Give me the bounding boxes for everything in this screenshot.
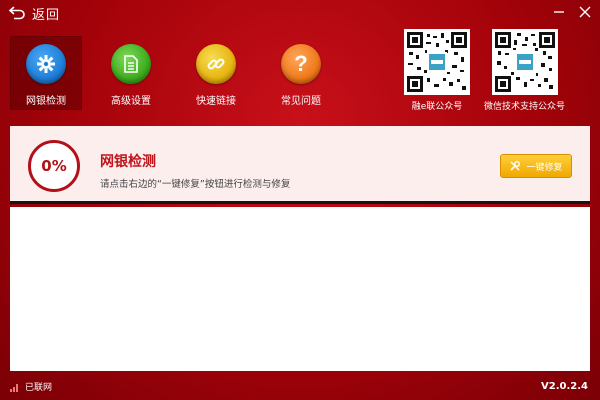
tool-label: 常见问题 [281,96,321,107]
minimize-button[interactable] [550,3,568,21]
title-bar: 返回 [0,0,600,26]
tool-label: 高级设置 [111,96,151,107]
qr-rongelian: 融e联公众号 [404,29,470,112]
tool-faq[interactable]: ? 常见问题 [265,36,337,110]
minimize-icon [554,11,564,13]
progress-circle: 0% [28,140,80,192]
qr-code-image [404,29,470,95]
result-area [10,207,590,371]
back-label: 返回 [32,7,61,23]
gear-icon [26,44,66,84]
qr-code-image [491,29,558,95]
panel-description: 请点击右边的“一键修复”按钮进行检测与修复 [100,179,291,190]
version-label: V2.0.2.4 [541,381,588,392]
connection-label: 已联网 [25,383,53,393]
link-icon [196,44,236,84]
tool-quick-links[interactable]: 快速链接 [180,36,252,110]
qr-wechat-support: 微信技术支持公众号 [484,29,565,112]
qr-caption: 融e联公众号 [411,102,463,112]
back-arrow-icon [8,6,25,20]
back-button[interactable]: 返回 [8,4,61,23]
panel-title: 网银检测 [100,154,156,170]
connection-status: 已联网 [10,380,52,393]
tool-label: 网银检测 [26,96,66,107]
tool-label: 快速链接 [196,96,236,107]
question-icon: ? [281,44,321,84]
tool-bank-check[interactable]: 网银检测 [10,36,82,110]
status-bar: 已联网 V2.0.2.4 [0,374,600,400]
app-window: 返回 网银检测 高级设置 快速链接 ? 常见问题 融e联公众号 微信技术支持公众… [0,0,600,400]
close-icon [579,6,591,18]
fix-button-label: 一键修复 [526,162,563,173]
qr-caption: 微信技术支持公众号 [484,102,566,112]
signal-icon [10,383,18,392]
tool-advanced-settings[interactable]: 高级设置 [95,36,167,110]
document-icon [111,44,151,84]
wrench-icon [510,161,521,171]
main-toolbar: 网银检测 高级设置 快速链接 ? 常见问题 [10,36,350,110]
progress-percent: 0% [41,157,67,175]
one-click-fix-button[interactable]: 一键修复 [500,154,572,178]
close-button[interactable] [576,3,594,21]
status-panel: 0% 网银检测 请点击右边的“一键修复”按钮进行检测与修复 一键修复 [10,126,590,204]
